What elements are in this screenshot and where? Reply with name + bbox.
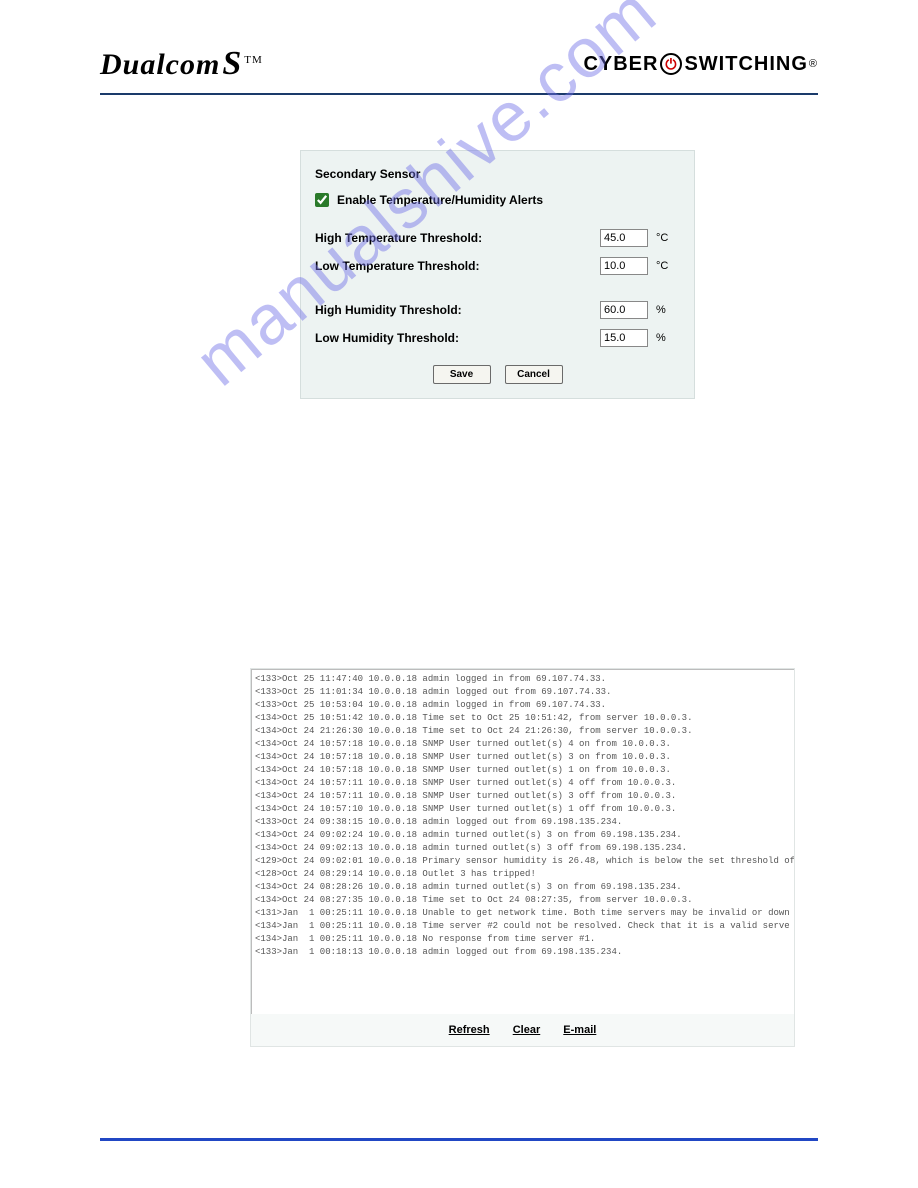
- hum-unit: %: [656, 304, 680, 316]
- logo-mark: S: [222, 45, 242, 82]
- secondary-sensor-panel: Secondary Sensor Enable Temperature/Humi…: [300, 150, 695, 399]
- enable-alerts-label: Enable Temperature/Humidity Alerts: [337, 193, 543, 207]
- hum-unit: %: [656, 332, 680, 344]
- logo-right-b: SWITCHING: [684, 53, 807, 76]
- log-panel: <133>Oct 25 11:47:40 10.0.0.18 admin log…: [250, 668, 795, 1047]
- clear-link[interactable]: Clear: [513, 1024, 541, 1036]
- low-hum-label: Low Humidity Threshold:: [315, 331, 600, 345]
- power-icon: ⏻: [660, 53, 682, 75]
- high-hum-row: High Humidity Threshold: %: [315, 301, 680, 319]
- email-link[interactable]: E-mail: [563, 1024, 596, 1036]
- enable-alerts-row: Enable Temperature/Humidity Alerts: [315, 193, 680, 207]
- low-hum-input[interactable]: [600, 329, 648, 347]
- page-header: DualcomSTM CYBER ⏻ SWITCHING®: [0, 0, 918, 93]
- low-hum-row: Low Humidity Threshold: %: [315, 329, 680, 347]
- logo-dualcom: DualcomSTM: [100, 45, 263, 83]
- registered-symbol: ®: [809, 58, 818, 70]
- high-temp-label: High Temperature Threshold:: [315, 231, 600, 245]
- logo-cyberswitching: CYBER ⏻ SWITCHING®: [583, 53, 818, 76]
- panel-buttons: Save Cancel: [315, 365, 680, 384]
- high-temp-row: High Temperature Threshold: °C: [315, 229, 680, 247]
- temp-unit: °C: [656, 260, 680, 272]
- low-temp-label: Low Temperature Threshold:: [315, 259, 600, 273]
- high-hum-input[interactable]: [600, 301, 648, 319]
- log-content: <133>Oct 25 11:47:40 10.0.0.18 admin log…: [252, 670, 794, 962]
- cancel-button[interactable]: Cancel: [505, 365, 563, 384]
- logo-right-a: CYBER: [583, 53, 658, 76]
- footer-rule: [100, 1138, 818, 1141]
- logo-text: Dualcom: [100, 48, 220, 81]
- temp-unit: °C: [656, 232, 680, 244]
- low-temp-row: Low Temperature Threshold: °C: [315, 257, 680, 275]
- trademark-symbol: TM: [244, 54, 263, 66]
- high-hum-label: High Humidity Threshold:: [315, 303, 600, 317]
- panel-title: Secondary Sensor: [315, 167, 680, 181]
- enable-alerts-checkbox[interactable]: [315, 193, 329, 207]
- high-temp-input[interactable]: [600, 229, 648, 247]
- save-button[interactable]: Save: [433, 365, 491, 384]
- log-scrollbox[interactable]: <133>Oct 25 11:47:40 10.0.0.18 admin log…: [251, 669, 794, 1014]
- refresh-link[interactable]: Refresh: [449, 1024, 490, 1036]
- header-rule: [100, 93, 818, 95]
- log-links: Refresh Clear E-mail: [251, 1014, 794, 1046]
- low-temp-input[interactable]: [600, 257, 648, 275]
